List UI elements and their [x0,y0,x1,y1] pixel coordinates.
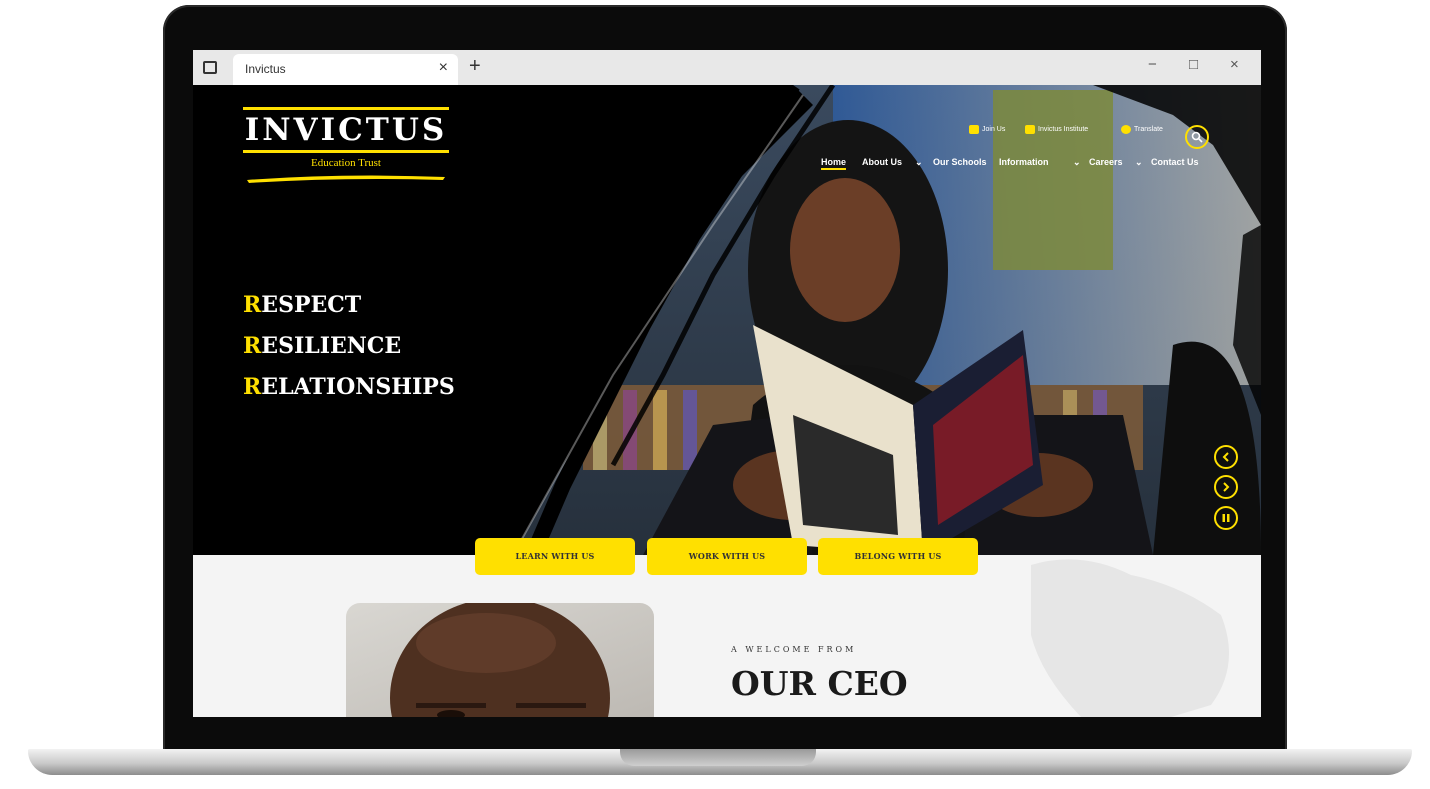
minimize-button[interactable]: − [1148,56,1157,73]
site-logo[interactable]: INVICTUS Education Trust [243,107,449,188]
search-icon [1191,131,1203,143]
learn-with-us-button[interactable]: LEARN WITH US [475,538,635,575]
logo-subtitle: Education Trust [311,157,381,169]
institute-label: Invictus Institute [1038,126,1089,133]
logo-title: INVICTUS [244,112,448,148]
nav-careers-dropdown-icon[interactable]: ⌄ [1135,157,1143,168]
ceo-portrait [390,603,610,717]
laptop-notch [620,749,816,766]
new-tab-button[interactable]: + [469,55,481,78]
slider-next-button[interactable] [1214,475,1238,499]
slider-pause-icon [1222,514,1230,522]
value-relationships: RELATIONSHIPS [243,374,455,400]
tab-close-button[interactable]: × [439,59,448,77]
translate-icon [1121,125,1131,134]
slider-pause-button[interactable] [1214,506,1238,530]
slider-prev-button[interactable] [1214,445,1238,469]
work-with-us-button[interactable]: WORK WITH US [647,538,807,575]
join-us-icon [969,125,979,134]
values-list: RESPECT RESILIENCE RELATIONSHIPS [243,285,455,408]
join-us-link[interactable]: Join Us [969,125,1005,134]
nav-information[interactable]: Information [999,157,1049,167]
tab-title: Invictus [245,62,286,76]
browser-tab[interactable]: Invictus × [233,54,458,85]
nav-about-dropdown-icon[interactable]: ⌄ [915,157,923,168]
institute-icon [1025,125,1035,134]
welcome-section: A WELCOME FROM OUR CEO [193,555,1261,717]
close-window-button[interactable]: × [1230,56,1239,73]
nav-about-us[interactable]: About Us [862,157,902,167]
nav-home[interactable]: Home [821,157,847,170]
nav-information-dropdown-icon[interactable]: ⌄ [1073,157,1081,168]
nav-careers[interactable]: Careers [1089,157,1123,167]
nav-our-schools[interactable]: Our Schools [933,157,987,167]
logo-rule-bottom [243,150,449,153]
join-us-label: Join Us [982,126,1006,133]
slider-next-icon [1223,482,1230,492]
maximize-button[interactable]: □ [1189,56,1198,73]
welcome-title: OUR CEO [731,664,908,703]
laptop-mockup: Invictus × + − □ × INVICTUS Education Tr… [0,0,1430,789]
welcome-kicker: A WELCOME FROM [731,645,857,654]
value-respect: RESPECT [243,292,362,318]
logo-swoosh [247,175,445,183]
translate-link[interactable]: Translate [1121,125,1163,134]
translate-label: Translate [1134,126,1163,133]
slider-prev-icon [1222,452,1229,462]
nav-contact-us[interactable]: Contact Us [1151,157,1199,167]
search-button[interactable] [1185,125,1209,149]
browser-window-icon[interactable] [203,61,217,74]
world-map-watermark [1031,559,1229,717]
institute-link[interactable]: Invictus Institute [1025,125,1088,134]
value-resilience: RESILIENCE [243,333,402,359]
belong-with-us-button[interactable]: BELONG WITH US [818,538,978,575]
browser-tab-bar: Invictus × + − □ × [193,50,1261,85]
hero-banner: INVICTUS Education Trust Join Us Invictu… [193,85,1261,555]
ceo-photo [346,603,654,717]
laptop-screen: Invictus × + − □ × INVICTUS Education Tr… [193,50,1261,717]
